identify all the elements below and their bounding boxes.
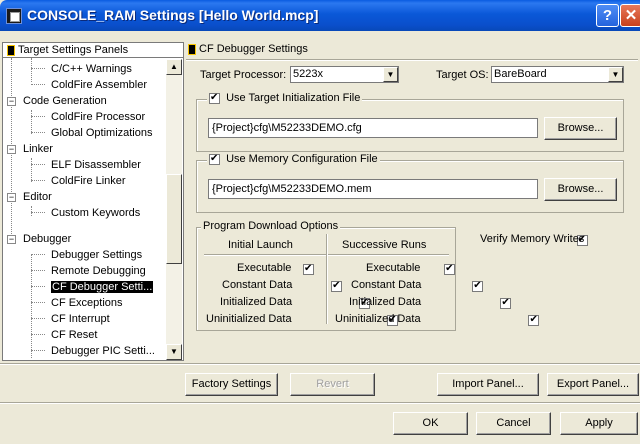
successive-executable-checkbox[interactable]	[444, 262, 456, 276]
close-button[interactable]: ✕	[620, 4, 640, 27]
collapse-icon[interactable]: −	[7, 97, 16, 106]
help-button[interactable]: ?	[596, 4, 619, 27]
collapse-icon[interactable]: −	[7, 193, 16, 202]
collapse-icon[interactable]: −	[7, 145, 16, 154]
tree-item-remote-debugging[interactable]: Remote Debugging	[31, 263, 146, 279]
download-row-label: Initialized Data	[349, 296, 422, 308]
tree-item-cf-interrupt[interactable]: CF Interrupt	[31, 311, 110, 327]
tree-item-custom-keywords[interactable]: Custom Keywords	[30, 205, 140, 221]
tree-item-debugger-settings[interactable]: Debugger Settings	[30, 247, 142, 263]
download-row-label: Uninitialized Data	[206, 313, 292, 325]
tree-item-linker[interactable]: Linker	[23, 141, 53, 157]
target-os-value: BareBoard	[494, 68, 547, 80]
verify-memory-writes-label: Verify Memory Writes	[480, 233, 585, 245]
browse-mem-button[interactable]: Browse...	[544, 178, 617, 201]
mem-file-input[interactable]: {Project}cfg\M52233DEMO.mem	[208, 179, 538, 199]
mem-file-legend: Use Memory Configuration File	[207, 152, 380, 166]
tree-item-coldfire-assembler[interactable]: ColdFire Assembler	[31, 77, 147, 93]
collapse-icon[interactable]: −	[7, 235, 16, 244]
export-panel-button[interactable]: Export Panel...	[547, 373, 639, 396]
ok-button[interactable]: OK	[393, 412, 468, 435]
init-file-input[interactable]: {Project}cfg\M52233DEMO.cfg	[208, 118, 538, 138]
tree-item-cf-debugger-settings[interactable]: CF Debugger Setti...	[30, 279, 154, 295]
successive-constant-data-checkbox[interactable]	[472, 279, 484, 293]
chevron-down-icon[interactable]: ▼	[608, 67, 623, 82]
revert-button[interactable]: Revert	[290, 373, 375, 396]
tree-item-coldfire-linker[interactable]: ColdFire Linker	[31, 173, 126, 189]
tree-item-debugger[interactable]: Debugger	[23, 231, 71, 247]
tree-item-cpp-warnings[interactable]: C/C++ Warnings	[31, 61, 132, 77]
init-file-checkbox[interactable]	[209, 91, 220, 105]
download-row-label: Initialized Data	[220, 296, 293, 308]
target-processor-value: 5223x	[293, 68, 323, 80]
download-row-label: Executable	[237, 262, 292, 274]
init-file-label: Use Target Initialization File	[226, 92, 361, 104]
download-row-label: Constant Data	[351, 279, 422, 291]
download-row-label: Constant Data	[222, 279, 293, 291]
divider	[0, 402, 640, 404]
mem-file-checkbox[interactable]	[209, 152, 220, 166]
tree-header-label: Target Settings Panels	[18, 44, 129, 56]
panel-icon	[7, 45, 15, 56]
chevron-down-icon[interactable]: ▼	[383, 67, 398, 82]
divider	[186, 59, 638, 61]
tree-item-global-optimizations[interactable]: Global Optimizations	[31, 125, 153, 141]
initial-constant-data-checkbox[interactable]	[331, 279, 343, 293]
mem-file-label: Use Memory Configuration File	[226, 153, 378, 165]
panel-icon	[188, 44, 196, 55]
divider	[326, 234, 328, 324]
browse-init-button[interactable]: Browse...	[544, 117, 617, 140]
tree-scrollbar[interactable]: ▲ ▼	[166, 59, 182, 360]
panel-header: CF Debugger Settings	[184, 42, 638, 58]
tree-item-debugger-pic-settings[interactable]: Debugger PIC Setti...	[31, 343, 155, 359]
successive-runs-header: Successive Runs	[342, 239, 427, 251]
factory-settings-button[interactable]: Factory Settings	[185, 373, 278, 396]
download-row-label: Uninitialized Data	[335, 313, 421, 325]
app-icon	[6, 8, 22, 24]
tree-header: Target Settings Panels	[2, 42, 184, 58]
window-title: CONSOLE_RAM Settings [Hello World.mcp]	[27, 7, 319, 23]
tree-item-elf-disassembler[interactable]: ELF Disassembler	[31, 157, 141, 173]
download-options-legend: Program Download Options	[201, 220, 341, 232]
target-os-select[interactable]: BareBoard ▼	[491, 66, 624, 83]
tree-item-cf-reset[interactable]: CF Reset	[30, 327, 97, 343]
scroll-down-icon[interactable]: ▼	[166, 344, 182, 360]
tree-item-cf-exceptions[interactable]: CF Exceptions	[31, 295, 123, 311]
title-bar[interactable]: CONSOLE_RAM Settings [Hello World.mcp] ?…	[0, 0, 640, 31]
initial-launch-header: Initial Launch	[228, 239, 293, 251]
target-processor-select[interactable]: 5223x ▼	[290, 66, 399, 83]
successive-uninitialized-data-checkbox[interactable]	[528, 313, 540, 327]
scroll-up-icon[interactable]: ▲	[166, 59, 182, 75]
tree-item-code-generation[interactable]: Code Generation	[23, 93, 107, 109]
apply-button[interactable]: Apply	[560, 412, 638, 435]
panel-title: CF Debugger Settings	[199, 43, 308, 55]
divider	[0, 363, 640, 365]
import-panel-button[interactable]: Import Panel...	[437, 373, 539, 396]
cancel-button[interactable]: Cancel	[476, 412, 551, 435]
successive-initialized-data-checkbox[interactable]	[500, 296, 512, 310]
tree-item-coldfire-processor[interactable]: ColdFire Processor	[30, 109, 145, 125]
target-processor-label: Target Processor:	[200, 69, 287, 81]
init-file-legend: Use Target Initialization File	[207, 91, 363, 105]
target-os-label: Target OS:	[436, 69, 489, 81]
download-row-label: Executable	[366, 262, 421, 274]
settings-tree[interactable]: C/C++ Warnings ColdFire Assembler − Code…	[2, 58, 184, 361]
scroll-thumb[interactable]	[166, 174, 182, 264]
tree-item-editor[interactable]: Editor	[23, 189, 52, 205]
initial-executable-checkbox[interactable]	[303, 262, 314, 276]
